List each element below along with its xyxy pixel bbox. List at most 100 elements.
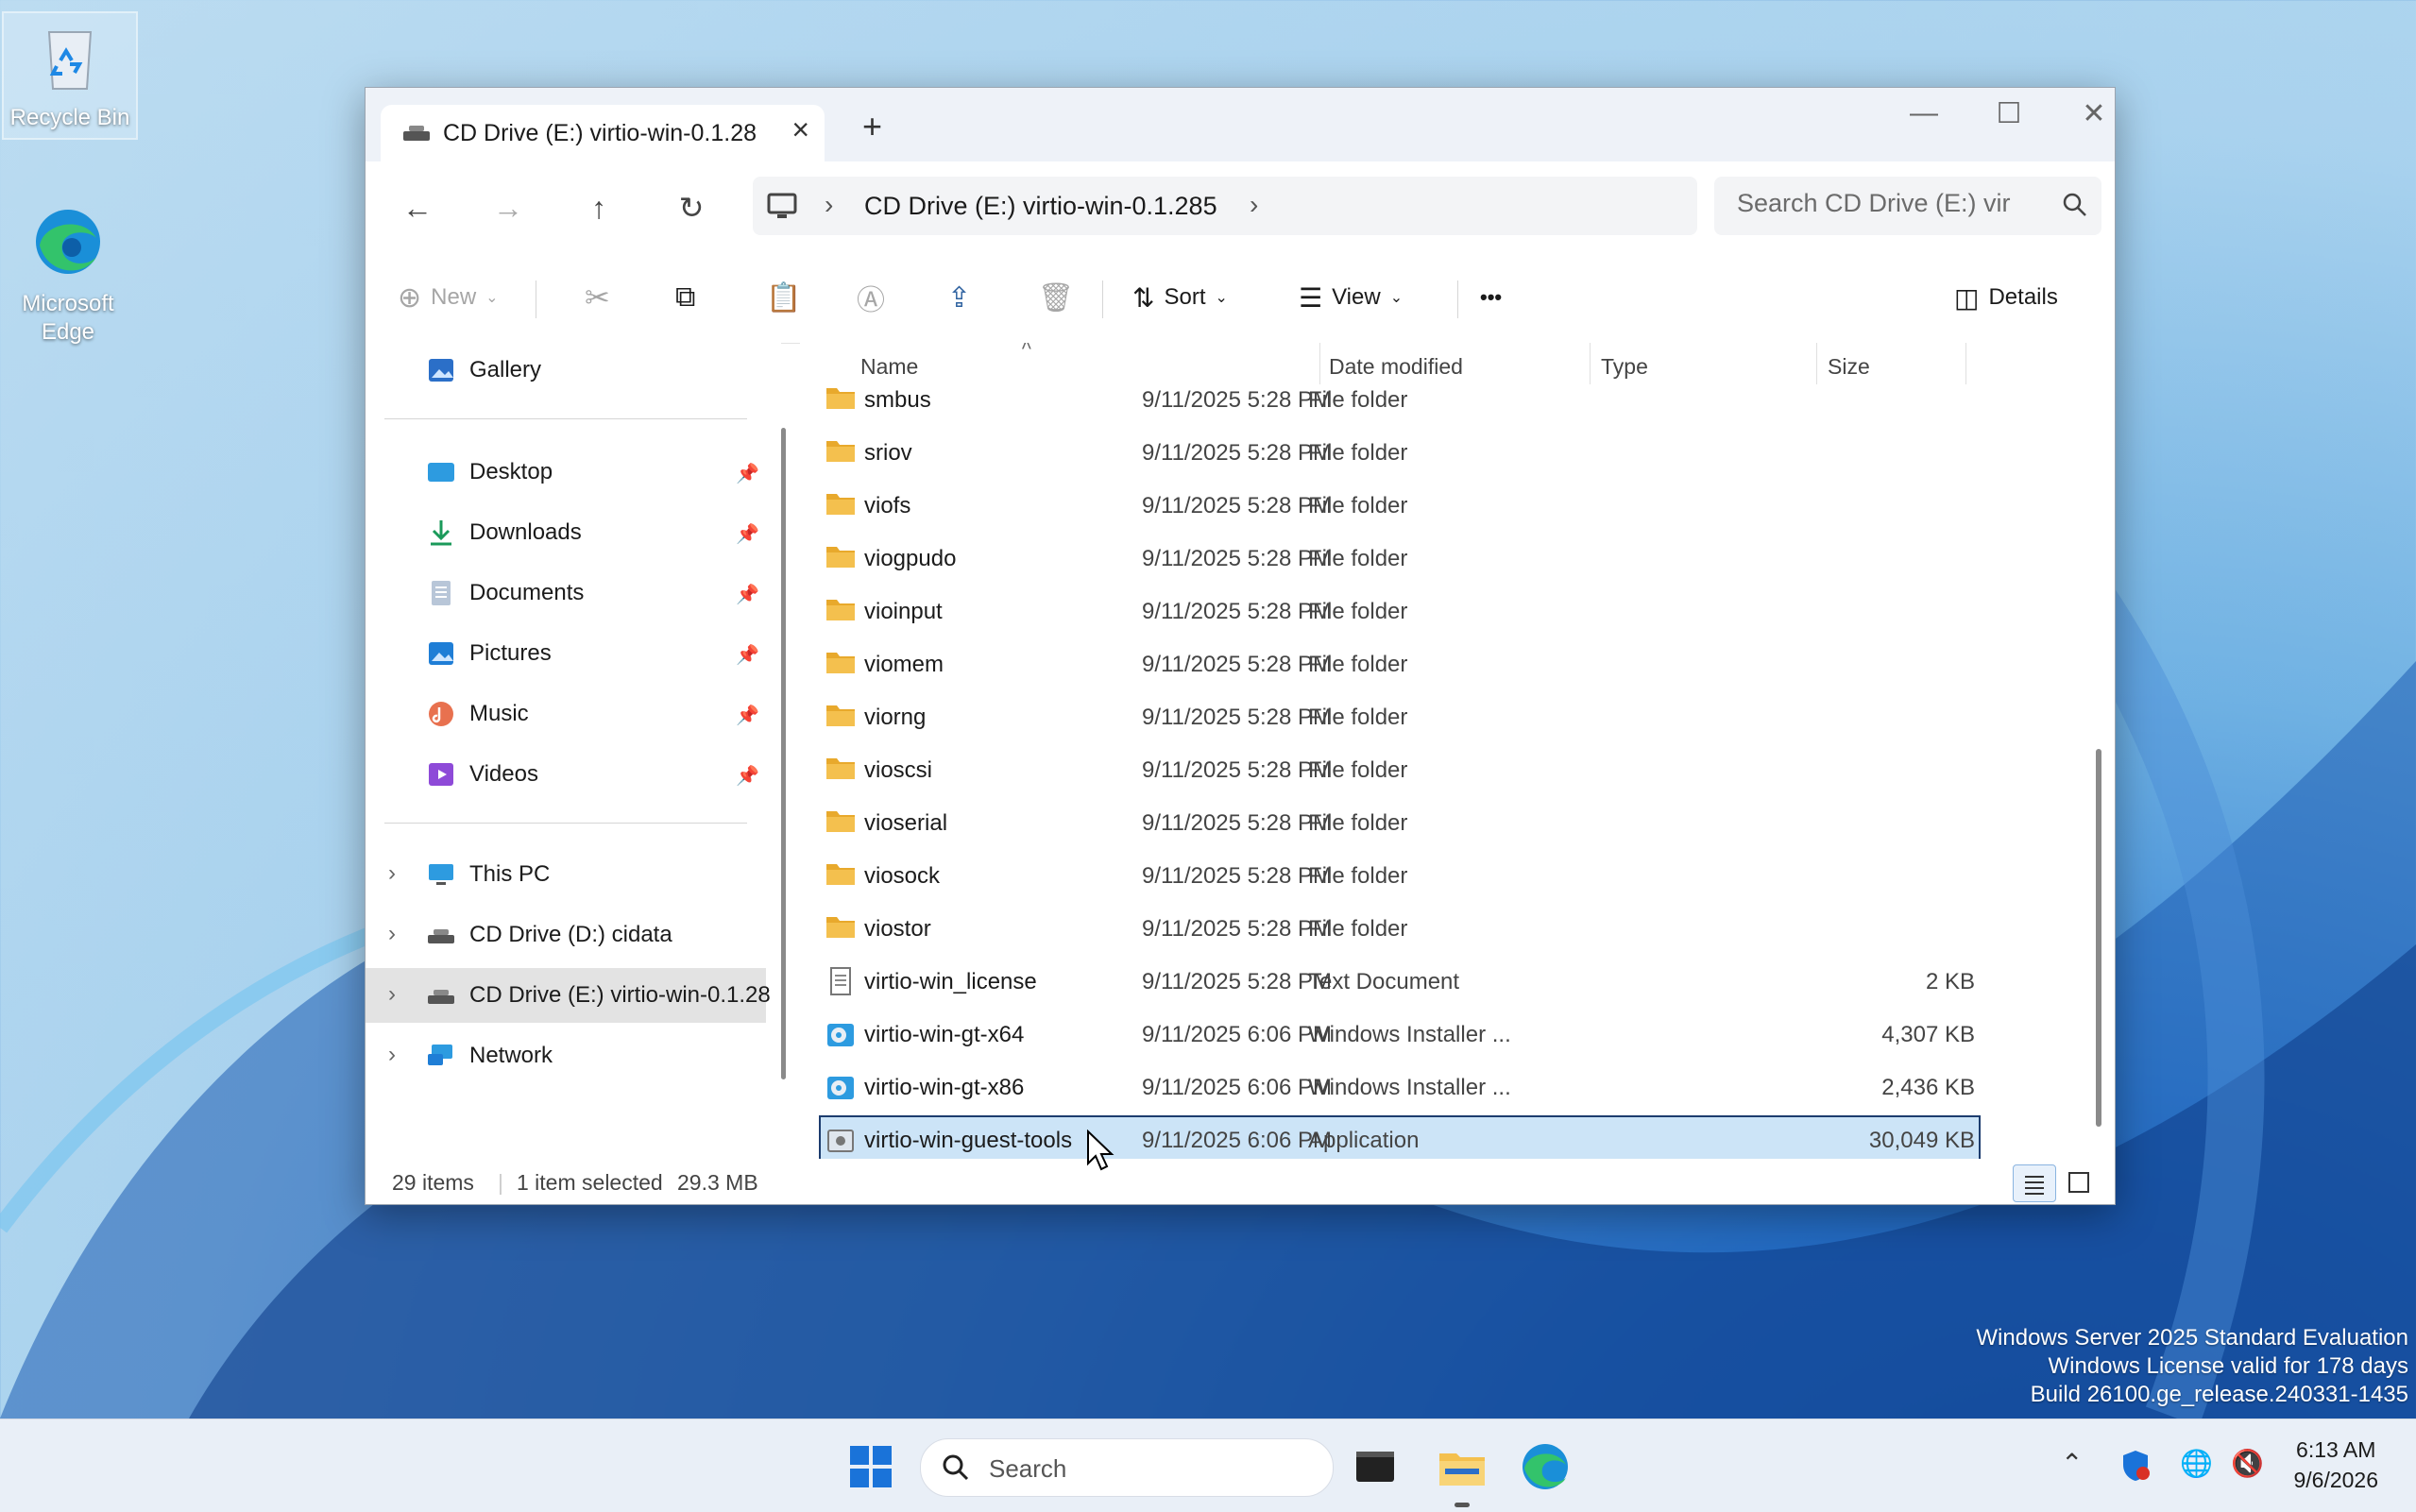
file-explorer-app-icon[interactable] [1436, 1440, 1489, 1493]
search-box[interactable] [1714, 177, 2101, 235]
file-row[interactable]: vioinput 9/11/2025 5:28 PM File folder [819, 586, 1981, 636]
file-row[interactable]: vioserial 9/11/2025 5:28 PM File folder [819, 798, 1981, 847]
mouse-cursor-icon [1087, 1130, 1114, 1171]
pin-icon[interactable]: 📌 [736, 643, 759, 667]
file-row[interactable]: viosock 9/11/2025 5:28 PM File folder [819, 851, 1981, 900]
nav-item-documents[interactable]: Documents 📌 [366, 566, 766, 620]
expand-chevron-icon[interactable]: › [388, 1042, 396, 1068]
address-bar[interactable]: › CD Drive (E:) virtio-win-0.1.285 › [753, 177, 1697, 235]
nav-pane-scrollbar[interactable] [781, 428, 786, 1079]
file-date: 9/11/2025 5:28 PM [1142, 969, 1333, 994]
share-button[interactable]: ⇪ [947, 277, 971, 318]
folder-icon [826, 653, 855, 673]
content-scrollbar[interactable] [2096, 749, 2101, 1127]
file-date: 9/11/2025 5:28 PM [1142, 757, 1333, 783]
maximize-button[interactable]: ☐ [1981, 97, 2037, 130]
nav-item-videos[interactable]: Videos 📌 [366, 747, 766, 802]
gallery-icon [429, 359, 453, 382]
file-row[interactable]: smbus 9/11/2025 5:28 PM File folder [819, 375, 1981, 424]
application-icon [827, 1130, 854, 1152]
more-icon: ••• [1480, 285, 1503, 309]
nav-item-cd-drive-d[interactable]: › CD Drive (D:) cidata [366, 908, 766, 962]
view-button[interactable]: ☰ View ⌄ [1299, 277, 1403, 318]
start-button[interactable] [844, 1440, 897, 1493]
nav-item-this-pc[interactable]: › This PC [366, 847, 766, 902]
file-type: Text Document [1308, 969, 1460, 994]
close-tab-icon[interactable]: × [791, 112, 809, 147]
up-button[interactable]: ↑ [575, 184, 622, 231]
tiles-view-button[interactable] [2058, 1164, 2100, 1200]
show-hidden-icons-chevron-icon[interactable]: ⌃ [2061, 1448, 2083, 1479]
defender-shield-icon[interactable] [2118, 1448, 2153, 1484]
refresh-button[interactable]: ↻ [668, 184, 715, 231]
nav-item-pictures[interactable]: Pictures 📌 [366, 626, 766, 681]
file-row[interactable]: virtio-win_license 9/11/2025 5:28 PM Text … [819, 957, 1981, 1006]
nav-item-desktop[interactable]: Desktop 📌 [366, 445, 766, 500]
copy-button[interactable]: ⧉ [675, 277, 695, 318]
network-globe-icon[interactable]: 🌐 [2180, 1448, 2213, 1479]
forward-button[interactable]: → [485, 184, 532, 231]
sort-button[interactable]: ⇅ Sort ⌄ [1132, 277, 1228, 318]
chevron-down-icon: ⌄ [1215, 290, 1228, 306]
breadcrumb-current[interactable]: CD Drive (E:) virtio-win-0.1.285 [864, 192, 1217, 221]
details-view-button[interactable] [2013, 1164, 2056, 1202]
nav-item-gallery[interactable]: Gallery [366, 343, 766, 398]
file-row[interactable]: viogpudo 9/11/2025 5:28 PM File folder [819, 534, 1981, 583]
folder-icon [826, 705, 855, 726]
file-type: Application [1308, 1128, 1420, 1153]
file-row[interactable]: viofs 9/11/2025 5:28 PM File folder [819, 481, 1981, 530]
breadcrumb-chevron-icon[interactable]: › [825, 190, 833, 220]
pin-icon[interactable]: 📌 [736, 462, 759, 485]
new-button[interactable]: ⊕ New ⌄ [398, 277, 499, 318]
file-row[interactable]: viomem 9/11/2025 5:28 PM File folder [819, 639, 1981, 688]
delete-button[interactable]: 🗑 [1038, 277, 1074, 318]
search-input[interactable] [1735, 188, 2041, 219]
terminal-app-icon[interactable] [1349, 1440, 1402, 1493]
expand-chevron-icon[interactable]: › [388, 860, 396, 887]
new-tab-button[interactable]: + [862, 107, 882, 146]
nav-item-network[interactable]: › Network [366, 1028, 766, 1083]
rename-button[interactable]: Ⓐ [857, 277, 885, 318]
file-row[interactable]: vioscsi 9/11/2025 5:28 PM File folder [819, 745, 1981, 794]
file-date: 9/11/2025 5:28 PM [1142, 387, 1333, 413]
expand-chevron-icon[interactable]: › [388, 981, 396, 1008]
cut-button[interactable]: ✂ [585, 277, 610, 318]
file-row[interactable]: virtio-win-gt-x86 9/11/2025 6:06 PM Window… [819, 1062, 1981, 1112]
file-type: File folder [1308, 757, 1408, 783]
minimize-button[interactable]: — [1896, 97, 1952, 129]
breadcrumb-chevron-icon[interactable]: › [1250, 190, 1258, 220]
file-row[interactable]: virtio-win-gt-x64 9/11/2025 6:06 PM Window… [819, 1010, 1981, 1059]
desktop-icon-recycle-bin[interactable]: Recycle Bin [2, 11, 138, 140]
file-name: virtio-win-guest-tools [864, 1128, 1073, 1153]
pin-icon[interactable]: 📌 [736, 522, 759, 546]
pin-icon[interactable]: 📌 [736, 583, 759, 606]
file-row[interactable]: viostor 9/11/2025 5:28 PM File folder [819, 904, 1981, 953]
computer-icon [767, 193, 797, 218]
desktop-icon-edge[interactable]: Microsoft Edge [2, 198, 134, 347]
nav-item-music[interactable]: Music 📌 [366, 687, 766, 741]
file-row[interactable]: virtio-win-guest-tools 9/11/2025 6:06 PM A… [819, 1115, 1981, 1164]
details-pane-button[interactable]: ◫ Details [1954, 277, 2058, 318]
close-window-button[interactable]: ✕ [2066, 97, 2122, 130]
file-date: 9/11/2025 5:28 PM [1142, 599, 1333, 624]
edge-taskbar-icon[interactable] [1519, 1440, 1572, 1493]
volume-muted-icon[interactable]: 🔇 [2231, 1448, 2264, 1479]
file-name: virtio-win-gt-x64 [864, 1022, 1025, 1047]
file-row[interactable]: viorng 9/11/2025 5:28 PM File folder [819, 692, 1981, 741]
file-type: File folder [1308, 493, 1408, 518]
back-button[interactable]: ← [394, 184, 441, 231]
paste-button[interactable]: 📋 [766, 277, 801, 318]
file-row[interactable]: sriov 9/11/2025 5:28 PM File folder [819, 428, 1981, 477]
more-options-button[interactable]: ••• [1480, 277, 1502, 318]
nav-item-downloads[interactable]: Downloads 📌 [366, 505, 766, 560]
tab-cd-drive-e[interactable]: CD Drive (E:) virtio-win-0.1.28 × [381, 105, 825, 161]
folder-icon [826, 441, 855, 462]
pin-icon[interactable]: 📌 [736, 704, 759, 727]
taskbar-search[interactable]: Search [920, 1438, 1334, 1497]
system-clock[interactable]: 6:13 AM 9/6/2026 [2293, 1435, 2378, 1495]
installer-icon [827, 1024, 854, 1046]
expand-chevron-icon[interactable]: › [388, 921, 396, 947]
nav-item-cd-drive-e[interactable]: › CD Drive (E:) virtio-win-0.1.28 [366, 968, 771, 1023]
file-date: 9/11/2025 6:06 PM [1142, 1075, 1333, 1100]
pin-icon[interactable]: 📌 [736, 764, 759, 788]
